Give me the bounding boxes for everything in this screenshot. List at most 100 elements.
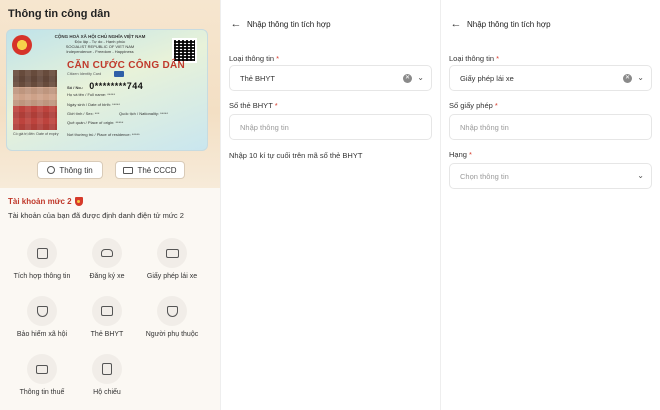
card-subtitle: Citizen Identity Card xyxy=(67,72,102,76)
info-type-value: Thẻ BHYT xyxy=(240,73,276,83)
screen-header: ← Nhập thông tin tích hợp xyxy=(441,14,660,34)
id-card-image[interactable]: CỘNG HOÀ XÃ HỘI CHỦ NGHĨA VIỆT NAM Độc l… xyxy=(6,29,208,151)
chevron-down-icon[interactable]: ⌄ xyxy=(637,73,644,82)
info-type-select[interactable]: Giấy phép lái xe ✕ ⌄ xyxy=(449,65,652,91)
account-level-title: Tài khoản mức 2 xyxy=(8,197,83,206)
tab-cccd-label: Thẻ CCCD xyxy=(137,165,177,175)
card-number: 0********744 xyxy=(89,81,144,91)
tax-card-glyph xyxy=(36,364,48,374)
shield-plus-icon xyxy=(27,296,57,326)
service-tax-info[interactable]: Thông tin thuế xyxy=(7,354,77,396)
required-mark: * xyxy=(274,101,278,110)
card-number-label: Số / No.: xyxy=(67,85,84,90)
portrait-photo xyxy=(13,70,57,130)
citizen-info-screen: Thông tin công dân CỘNG HOÀ XÃ HỘI CHỦ N… xyxy=(0,0,220,410)
document-plus-icon xyxy=(27,238,57,268)
service-label: Thẻ BHYT xyxy=(90,331,124,338)
person-shield-icon xyxy=(157,296,187,326)
info-type-value: Giấy phép lái xe xyxy=(460,73,514,83)
service-label: Bảo hiểm xã hội xyxy=(16,331,68,338)
rank-label-text: Hạng xyxy=(449,150,467,159)
card-number-row: Số / No.: 0********744 xyxy=(67,81,143,91)
flag-icon xyxy=(114,71,124,77)
card-number-hint: Nhập 10 kí tự cuối trên mã số thẻ BHYT xyxy=(229,151,363,160)
user-icon xyxy=(47,166,56,174)
required-mark: * xyxy=(276,54,280,63)
tab-info-label: Thông tin xyxy=(59,165,93,175)
clear-icon[interactable]: ✕ xyxy=(623,74,632,83)
card-number-placeholder: Nhập thông tin xyxy=(240,122,289,132)
tab-info[interactable]: Thông tin xyxy=(37,161,103,179)
passport-glyph xyxy=(102,363,112,375)
service-label: Đăng ký xe xyxy=(89,273,125,280)
photo-caption: Có giá trị đến: Date of expiry xyxy=(13,132,59,136)
screen-header: ← Nhập thông tin tích hợp xyxy=(221,14,440,34)
back-arrow-icon[interactable]: ← xyxy=(445,18,467,30)
tab-cccd[interactable]: Thẻ CCCD xyxy=(115,161,185,179)
card-field-name: Họ và tên / Full name: ***** xyxy=(67,92,116,97)
service-health-insurance-card[interactable]: Thẻ BHYT xyxy=(72,296,142,338)
rank-select[interactable]: Chọn thông tin ⌄ xyxy=(449,163,652,189)
service-social-insurance[interactable]: Bảo hiểm xã hội xyxy=(7,296,77,338)
card-field-residence: Nơi thường trú / Place of residence: ***… xyxy=(67,132,140,137)
chevron-down-icon[interactable]: ⌄ xyxy=(637,171,644,180)
national-emblem-icon xyxy=(12,35,32,55)
info-type-label-text: Loại thông tin xyxy=(449,54,495,63)
tax-card-icon xyxy=(27,354,57,384)
license-card-glyph xyxy=(165,248,179,258)
info-type-label-text: Loại thông tin xyxy=(229,54,275,63)
passport-icon xyxy=(92,354,122,384)
rank-label: Hạng * xyxy=(449,150,472,159)
service-driving-license[interactable]: Giấy phép lái xe xyxy=(137,238,207,280)
card-title: CĂN CƯỚC CÔNG DÂN xyxy=(67,60,186,71)
integrate-driving-license-screen: ← Nhập thông tin tích hợp Loại thông tin… xyxy=(440,0,660,410)
card-header: CỘNG HOÀ XÃ HỘI CHỦ NGHĨA VIỆT NAM Độc l… xyxy=(35,34,165,54)
shield-plus-glyph xyxy=(36,305,48,317)
document-plus-glyph xyxy=(36,247,48,259)
rank-placeholder: Chọn thông tin xyxy=(460,171,509,181)
card-field-nationality: Quốc tịch / Nationality: ***** xyxy=(119,111,168,116)
info-type-label: Loại thông tin * xyxy=(449,54,499,63)
card-number-input[interactable]: Nhập thông tin xyxy=(229,114,432,140)
card-number-label: Số thẻ BHYT * xyxy=(229,101,278,110)
integrate-health-card-screen: ← Nhập thông tin tích hợp Loại thông tin… xyxy=(220,0,440,410)
license-number-placeholder: Nhập thông tin xyxy=(460,122,509,132)
clear-icon[interactable]: ✕ xyxy=(403,74,412,83)
license-number-label: Số giấy phép * xyxy=(449,101,498,110)
service-label: Người phụ thuộc xyxy=(145,331,199,338)
card-field-sex: Giới tính / Sex: *** xyxy=(67,111,100,116)
service-label: Giấy phép lái xe xyxy=(146,273,198,280)
card-field-origin: Quê quán / Place of origin: ***** xyxy=(67,120,124,125)
health-card-icon xyxy=(92,296,122,326)
service-vehicle-registration[interactable]: Đăng ký xe xyxy=(72,238,142,280)
card-field-dob: Ngày sinh / Date of birth: ***** xyxy=(67,102,120,107)
person-shield-glyph xyxy=(166,305,178,317)
screen-title: Nhập thông tin tích hợp xyxy=(247,19,331,29)
service-label: Hộ chiếu xyxy=(93,389,121,396)
required-mark: * xyxy=(494,101,498,110)
service-label: Tích hợp thông tin xyxy=(13,273,71,280)
card-number-label-text: Số thẻ BHYT xyxy=(229,101,273,110)
license-number-input[interactable]: Nhập thông tin xyxy=(449,114,652,140)
health-card-glyph xyxy=(101,306,113,316)
required-mark: * xyxy=(469,150,472,159)
card-header-line: Independence - Freedom - Happiness xyxy=(66,49,134,54)
page-title: Thông tin công dân xyxy=(8,8,111,20)
chevron-down-icon[interactable]: ⌄ xyxy=(417,73,424,82)
car-glyph xyxy=(101,249,113,257)
license-card-icon xyxy=(157,238,187,268)
shield-badge-icon xyxy=(74,197,83,206)
license-number-label-text: Số giấy phép xyxy=(449,101,493,110)
service-label: Thông tin thuế xyxy=(19,389,65,396)
service-integrate-info[interactable]: Tích hợp thông tin xyxy=(7,238,77,280)
screen-title: Nhập thông tin tích hợp xyxy=(467,19,551,29)
required-mark: * xyxy=(496,54,500,63)
car-icon xyxy=(92,238,122,268)
id-card-icon xyxy=(123,166,134,174)
account-level-label: Tài khoản mức 2 xyxy=(8,197,72,206)
back-arrow-icon[interactable]: ← xyxy=(225,18,247,30)
info-type-select[interactable]: Thẻ BHYT ✕ ⌄ xyxy=(229,65,432,91)
service-passport[interactable]: Hộ chiếu xyxy=(72,354,142,396)
info-type-label: Loại thông tin * xyxy=(229,54,279,63)
service-dependents[interactable]: Người phụ thuộc xyxy=(137,296,207,338)
